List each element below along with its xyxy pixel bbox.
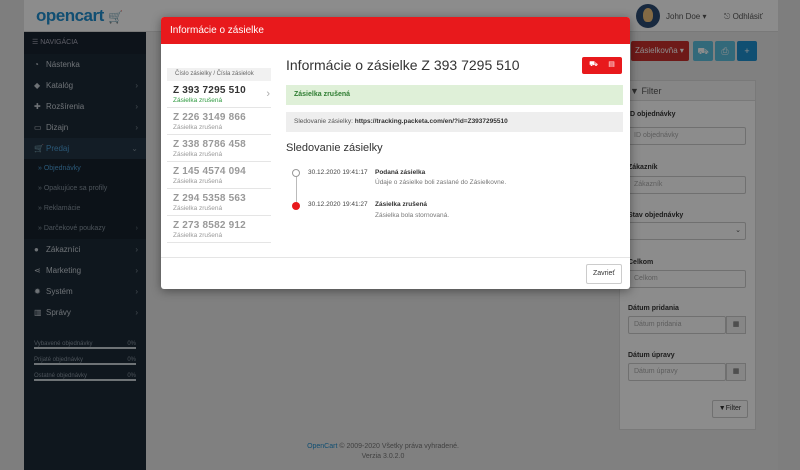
timeline-time: 30.12.2020 19:41:17 xyxy=(308,169,368,176)
tracking-title: Sledovanie zásielky xyxy=(286,142,383,154)
truck-icon[interactable]: ⛟ xyxy=(589,60,598,70)
label-icon[interactable]: ▤ xyxy=(607,60,616,70)
packet-list-item[interactable]: Z 294 5358 563 Zásielka zrušená xyxy=(167,189,271,216)
packet-number: Z 393 7295 510 xyxy=(173,85,246,96)
timeline-dot xyxy=(292,169,300,177)
timeline-title: Zásielka zrušená xyxy=(375,201,428,208)
packet-status: Zásielka zrušená xyxy=(173,151,223,158)
packet-number: Z 294 5358 563 xyxy=(173,193,246,204)
modal-body: Číslo zásielky / Čísla zásielok Z 393 72… xyxy=(161,44,630,257)
chevron-right-icon: › xyxy=(266,88,270,100)
timeline-dot xyxy=(292,202,300,210)
packet-list-item[interactable]: Z 145 4574 094 Zásielka zrušená xyxy=(167,162,271,189)
packet-list-item[interactable]: Z 226 3149 866 Zásielka zrušená xyxy=(167,108,271,135)
timeline-text: Údaje o zásielke boli zaslané do Zásielk… xyxy=(375,179,507,186)
tracking-label: Sledovanie zásielky: xyxy=(294,118,353,125)
tracking-link[interactable]: https://tracking.packeta.com/en/?id=Z393… xyxy=(355,118,508,125)
packet-number: Z 226 3149 866 xyxy=(173,112,246,123)
packet-detail-title: Informácie o zásielke Z 393 7295 510 xyxy=(286,57,520,73)
timeline-time: 30.12.2020 19:41:27 xyxy=(308,201,368,208)
close-button[interactable]: Zavrieť xyxy=(586,264,622,284)
packet-status: Zásielka zrušená xyxy=(173,178,223,185)
packet-status: Zásielka zrušená xyxy=(173,232,223,239)
modal-header: Informácie o zásielke xyxy=(161,17,630,44)
packet-status: Zásielka zrušená xyxy=(173,124,223,131)
packet-number: Z 145 4574 094 xyxy=(173,166,246,177)
packet-info-modal: Informácie o zásielke Číslo zásielky / Č… xyxy=(161,17,630,289)
packet-list-header: Číslo zásielky / Čísla zásielok xyxy=(167,68,271,81)
timeline-title: Podaná zásielka xyxy=(375,169,426,176)
packet-number: Z 338 8786 458 xyxy=(173,139,246,150)
packet-list-item[interactable]: Z 393 7295 510 Zásielka zrušená › xyxy=(167,81,271,108)
packet-list: Číslo zásielky / Čísla zásielok Z 393 72… xyxy=(167,68,271,243)
packet-list-item[interactable]: Z 338 8786 458 Zásielka zrušená xyxy=(167,135,271,162)
modal-footer: Zavrieť xyxy=(161,257,630,289)
packet-status: Zásielka zrušená xyxy=(173,205,223,212)
packet-status-alert: Zásielka zrušená xyxy=(286,85,623,105)
packet-list-item[interactable]: Z 273 8582 912 Zásielka zrušená xyxy=(167,216,271,243)
page: opencart 🛒 John Doe ▾ ⎋ Odhlásiť ☰ NAVIG… xyxy=(0,0,800,470)
timeline-text: Zásielka bola stornovaná. xyxy=(375,212,450,219)
packet-number: Z 273 8582 912 xyxy=(173,220,246,231)
tracking-box: Sledovanie zásielky: https://tracking.pa… xyxy=(286,112,623,132)
detail-action-buttons: ⛟ ▤ xyxy=(582,57,622,74)
packet-status: Zásielka zrušená xyxy=(173,97,223,104)
